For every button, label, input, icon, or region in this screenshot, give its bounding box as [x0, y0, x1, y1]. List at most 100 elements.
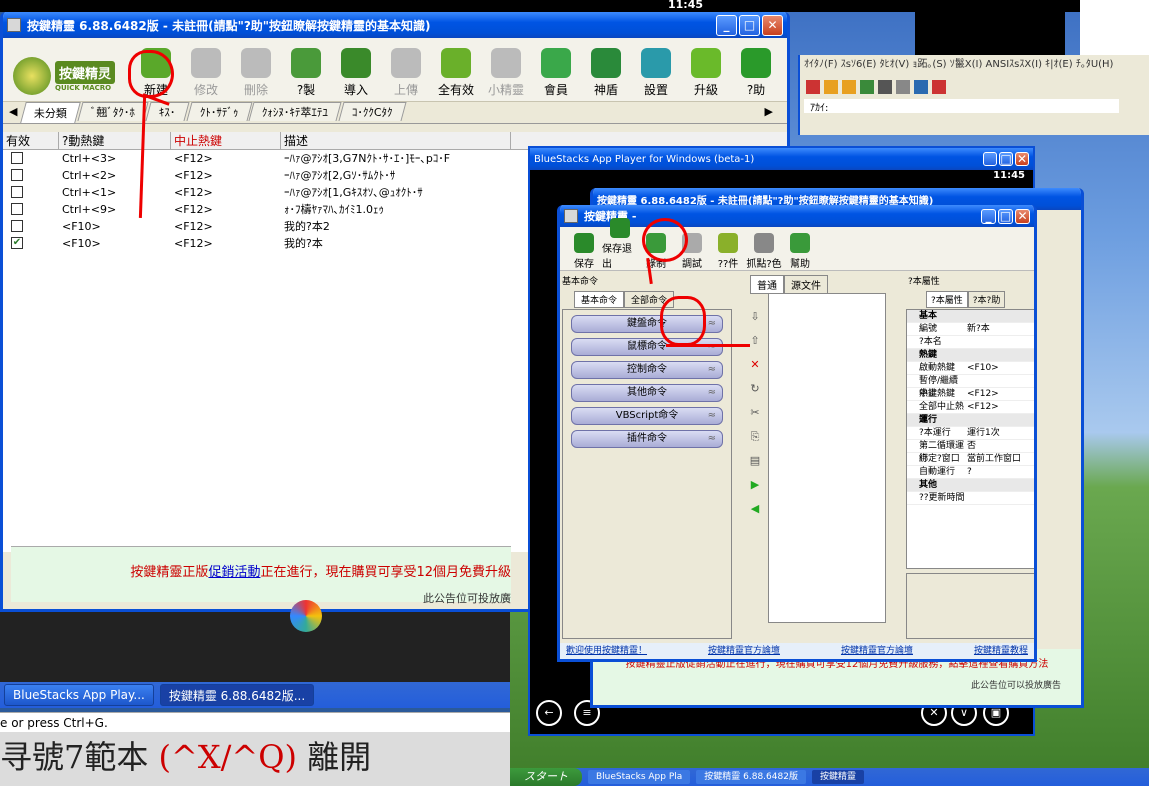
tool-icon[interactable]	[932, 80, 946, 94]
script-editor-area[interactable]	[768, 293, 886, 623]
tool-icon[interactable]	[842, 80, 856, 94]
toolbar-button-2[interactable]: 刪除	[231, 48, 281, 101]
toolbar-button-10[interactable]: 設置	[631, 48, 681, 101]
tab-3[interactable]: ｸﾄ･ｻﾃﾞｩ	[185, 102, 252, 121]
footer-link[interactable]: 歡迎使用按鍵精靈！	[566, 643, 647, 659]
minimize-button[interactable]: _	[983, 152, 997, 166]
editor-toolbar-button[interactable]: 保存退出	[602, 218, 638, 270]
editor-toolbar-button[interactable]: 幫助	[782, 233, 818, 270]
toolbar-button-12[interactable]: ?助	[731, 48, 781, 101]
minimize-button[interactable]: _	[716, 14, 737, 36]
property-section[interactable]: 基本	[907, 310, 1034, 323]
property-row[interactable]: 綁定?窗口 當前工作窗口	[907, 453, 1034, 466]
minimize-button[interactable]: _	[981, 208, 996, 224]
tool-icon[interactable]	[896, 80, 910, 94]
tab-source[interactable]: 源文件	[784, 275, 828, 294]
property-row[interactable]: 啟動熱鍵 <F10>	[907, 362, 1034, 375]
checkbox[interactable]	[11, 169, 23, 181]
property-key: ?本運行	[919, 428, 951, 438]
property-row[interactable]: 自動運行?	[907, 466, 1034, 479]
toolbar-button-11[interactable]: 升級	[681, 48, 731, 101]
property-row[interactable]: 第二循環運行否	[907, 440, 1034, 464]
tab-help[interactable]: ?本?助	[967, 291, 1006, 308]
command-category-button[interactable]: 插件命令	[571, 430, 723, 448]
toolbar-button-8[interactable]: 會員	[531, 48, 581, 101]
maximize-button[interactable]: □	[739, 14, 760, 36]
taskbar-item[interactable]: 按鍵精靈 6.88.6482版	[696, 770, 806, 784]
toolbar-button-5[interactable]: 上傳	[381, 48, 431, 101]
start-button[interactable]: スタート	[510, 768, 582, 786]
checkbox[interactable]	[11, 152, 23, 164]
footer-link[interactable]: 按鍵精靈教程	[974, 643, 1028, 659]
command-category-button[interactable]: VBScript命令	[571, 407, 723, 425]
command-category-button[interactable]: 其他命令	[571, 384, 723, 402]
tool-icon[interactable]	[824, 80, 838, 94]
toolbar-button-7[interactable]: 小精靈	[481, 48, 531, 101]
property-row[interactable]: 中止熱鍵 <F12>	[907, 388, 1034, 401]
toolbar-button-3[interactable]: ?製	[281, 48, 331, 101]
editor-toolbar-button[interactable]: 保存	[566, 233, 602, 270]
tool-icon[interactable]	[860, 80, 874, 94]
property-row[interactable]: 編號 新?本	[907, 323, 1034, 336]
right-panel-header: ?本屬性	[908, 277, 940, 287]
close-button[interactable]: ✕	[1015, 152, 1029, 166]
toolbar-button-1[interactable]: 修改	[181, 48, 231, 101]
taskbar-item[interactable]: BlueStacks App Pla	[588, 770, 691, 784]
edit-menu-bar[interactable]: ｵｲﾀﾉ(F) ｽsｿ6(E) ﾀﾋｵ(V) ｮ跖｡(S) ｿ鬣X(I) ANS…	[800, 55, 1149, 75]
bluestacks-titlebar[interactable]: BlueStacks App Player for Windows (beta-…	[530, 148, 1033, 170]
tab-4[interactable]: ｸｫｼﾇ･ｷﾃ萃ｴﾃﾕ	[248, 102, 342, 121]
tab-5[interactable]: ｺ･ｸｸCﾀｸ	[338, 102, 407, 121]
tool-icon[interactable]	[878, 80, 892, 94]
address-field[interactable]: ｱｶｲ:	[804, 99, 1119, 114]
editor-toolbar-button[interactable]: 抓點?色	[746, 233, 782, 270]
taskbar: BlueStacks App Play... 按鍵精靈 6.88.6482版..…	[0, 682, 510, 708]
footer-link[interactable]: 按鍵精靈官方論壇	[708, 643, 780, 659]
column-header[interactable]: ?動熱鍵	[59, 132, 171, 149]
tab-props[interactable]: ?本屬性	[926, 291, 968, 308]
toolbar-button-9[interactable]: 神盾	[581, 48, 631, 101]
tab-0[interactable]: 未分類	[20, 102, 81, 123]
checkbox[interactable]	[11, 220, 23, 232]
tab-normal[interactable]: 普通	[750, 275, 784, 294]
property-row[interactable]: ?本運行 運行1次	[907, 427, 1034, 440]
tool-icon[interactable]	[806, 80, 820, 94]
checkbox[interactable]	[11, 203, 23, 215]
taskbar-item-bluestacks[interactable]: BlueStacks App Play...	[4, 684, 154, 706]
property-section[interactable]: 其他	[907, 479, 1034, 492]
taskbar-item-quickmacro[interactable]: 按鍵精靈 6.88.6482版...	[159, 684, 315, 706]
property-row[interactable]: 全部中止熱鍵 <F12>	[907, 401, 1034, 425]
left-panel-header: 基本命令	[562, 277, 599, 287]
command-category-button[interactable]: 鼠標命令	[571, 338, 723, 356]
footer-link[interactable]: 按鍵精靈官方論壇	[841, 643, 913, 659]
editor-toolbar-button[interactable]: ??件	[710, 233, 746, 270]
toolbar-label: 小精靈	[487, 83, 524, 97]
tab-1[interactable]: ﾞ翹ﾞﾀｸ･ﾎ	[77, 102, 149, 121]
checkbox[interactable]	[11, 186, 23, 198]
close-button[interactable]: ✕	[1015, 208, 1030, 224]
tool-icon[interactable]	[914, 80, 928, 94]
property-row[interactable]: ?本名	[907, 336, 1034, 349]
back-icon[interactable]: ←	[536, 700, 562, 726]
toolbar-button-6[interactable]: 全有效	[431, 48, 481, 101]
property-section[interactable]: 熱鍵	[907, 349, 1034, 362]
property-row[interactable]: ??更新時間	[907, 492, 1034, 505]
tab-scroll-left[interactable]: ◀	[9, 105, 17, 118]
tab-label: ﾞ翹ﾞﾀｸ･ﾎ	[90, 106, 135, 119]
taskbar-item[interactable]: 按鍵精靈	[811, 770, 864, 784]
property-section[interactable]: 運行	[907, 414, 1034, 427]
tab-basic[interactable]: 基本命令	[574, 291, 625, 308]
close-button[interactable]: ✕	[762, 14, 783, 36]
column-header[interactable]: 中止熱鍵	[171, 132, 281, 149]
editor-toolbar-label: 抓點?色	[746, 259, 782, 270]
property-row[interactable]: 暫停/繼續熱鍵	[907, 375, 1034, 399]
maximize-button[interactable]: □	[998, 208, 1013, 224]
ad-link[interactable]: 促銷活動	[208, 565, 260, 580]
maximize-button[interactable]: □	[999, 152, 1013, 166]
toolbar-button-4[interactable]: 導入	[331, 48, 381, 101]
column-header[interactable]: 有效	[3, 132, 59, 149]
tab-scroll-right[interactable]: ▶	[765, 105, 773, 118]
checkbox[interactable]: ✔	[11, 237, 23, 249]
main-titlebar[interactable]: 按鍵精靈 6.88.6482版 - 未註冊(請點"?助"按鈕瞭解按鍵精靈的基本知…	[3, 12, 787, 38]
column-header[interactable]: 描述	[281, 132, 511, 149]
command-category-button[interactable]: 控制命令	[571, 361, 723, 379]
